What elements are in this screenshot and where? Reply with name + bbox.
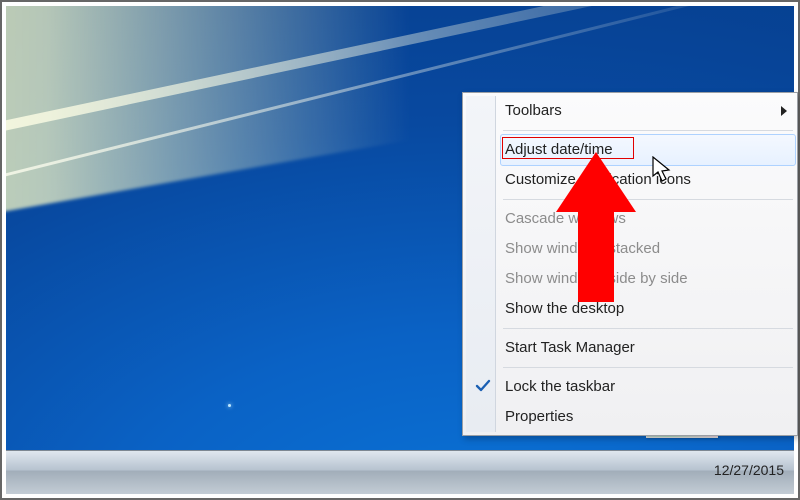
taskbar[interactable]: 12/27/2015: [6, 450, 794, 494]
menu-item-lock-the-taskbar[interactable]: Lock the taskbar: [501, 372, 795, 402]
menu-item-customize-notification-icons[interactable]: Customize notification icons: [501, 165, 795, 195]
menu-item-label: Start Task Manager: [505, 339, 635, 356]
menu-item-toolbars[interactable]: Toolbars: [501, 96, 795, 126]
menu-item-properties[interactable]: Properties: [501, 402, 795, 432]
menu-item-label: Properties: [505, 408, 573, 425]
menu-item-adjust-datetime[interactable]: Adjust date/time: [500, 134, 796, 166]
taskbar-context-menu: Toolbars Adjust date/time Customize noti…: [462, 92, 798, 436]
menu-item-label: Cascade windows: [505, 210, 626, 227]
menu-separator: [503, 367, 793, 368]
menu-item-label: Toolbars: [505, 102, 562, 119]
menu-item-show-windows-stacked: Show windows stacked: [501, 234, 795, 264]
check-icon: [475, 378, 491, 394]
menu-separator: [503, 130, 793, 131]
menu-item-show-the-desktop[interactable]: Show the desktop: [501, 294, 795, 324]
menu-item-label: Show windows stacked: [505, 240, 660, 257]
menu-item-label: Show the desktop: [505, 300, 624, 317]
tray-date[interactable]: 12/27/2015: [714, 462, 784, 478]
menu-item-show-windows-sidebyside: Show windows side by side: [501, 264, 795, 294]
menu-item-start-task-manager[interactable]: Start Task Manager: [501, 333, 795, 363]
menu-item-cascade-windows: Cascade windows: [501, 204, 795, 234]
menu-item-label: Show windows side by side: [505, 270, 688, 287]
menu-item-label: Lock the taskbar: [505, 378, 615, 395]
menu-item-label: Customize notification icons: [505, 171, 691, 188]
screenshot-frame: 12/27/2015 Toolbars Adjust date/time Cus…: [0, 0, 800, 500]
wallpaper-sparkle: [228, 404, 231, 407]
menu-item-label: Adjust date/time: [505, 141, 613, 158]
menu-separator: [503, 199, 793, 200]
chevron-right-icon: [781, 106, 787, 116]
menu-separator: [503, 328, 793, 329]
